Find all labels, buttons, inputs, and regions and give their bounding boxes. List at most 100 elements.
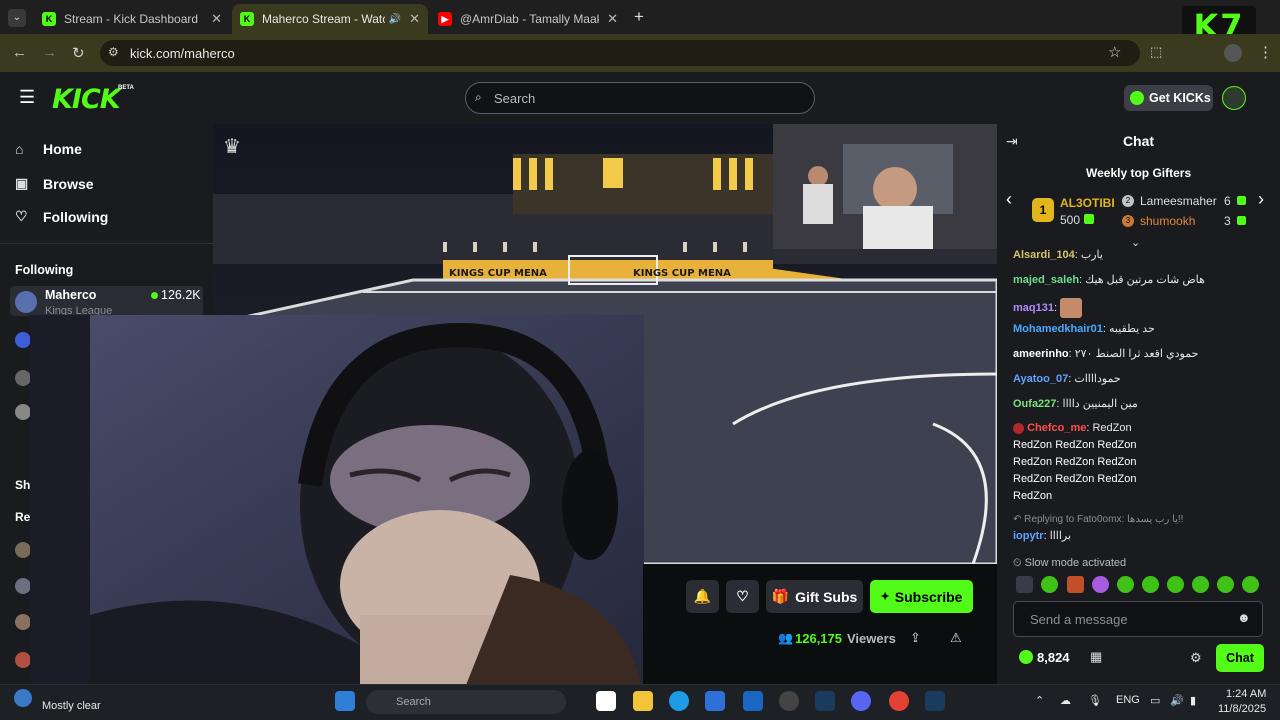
store-app-icon[interactable] (705, 691, 725, 711)
reload-icon[interactable]: ↻ (72, 44, 85, 62)
avatar[interactable] (15, 578, 31, 594)
report-warning-icon[interactable]: ⚠ (950, 630, 962, 646)
taskbar-search-input[interactable]: Search (366, 690, 566, 714)
chat-text: هاض شات مرتين قبل هيك (1085, 274, 1205, 286)
close-icon[interactable]: ✕ (607, 11, 618, 27)
forward-icon[interactable]: → (42, 44, 57, 61)
microphone-icon[interactable]: 🎙 (1088, 694, 1102, 707)
gift-subs-button[interactable]: 🎁 Gift Subs (766, 580, 863, 613)
back-icon[interactable]: ← (12, 44, 27, 61)
emote-icon[interactable] (1167, 576, 1184, 593)
volume-icon[interactable]: 🔊 (1170, 694, 1184, 707)
subscribe-button[interactable]: ✦ Subscribe (870, 580, 973, 613)
hamburger-menu-icon[interactable]: ☰ (19, 87, 35, 108)
clock-time[interactable]: 1:24 AM (1226, 688, 1266, 700)
emote-icon[interactable] (1092, 576, 1109, 593)
menu-dots-icon[interactable]: ⋮ (1258, 43, 1273, 61)
sidebar-item-home[interactable]: ⌂ Home (15, 141, 82, 157)
sidebar-item-browse[interactable]: ▣ Browse (15, 175, 94, 192)
get-kicks-button[interactable]: Get KICKs (1124, 85, 1213, 111)
gifter-count: 500 (1060, 213, 1081, 227)
site-info-icon[interactable]: ⚙ (108, 45, 119, 59)
language-indicator[interactable]: ENG (1116, 694, 1140, 706)
ps5-app-icon[interactable] (596, 691, 616, 711)
edge-browser-icon[interactable] (669, 691, 689, 711)
avatar[interactable] (15, 542, 31, 558)
app-icon[interactable] (779, 691, 799, 711)
store-icon[interactable]: ▦ (1090, 649, 1102, 665)
emote-icon[interactable] (1192, 576, 1209, 593)
avatar[interactable] (15, 652, 31, 668)
weather-icon[interactable] (14, 689, 32, 707)
sidebar-item-following[interactable]: ♡ Following (15, 208, 108, 225)
extensions-icon[interactable]: ⬚ (1150, 44, 1162, 60)
profile-avatar[interactable] (1224, 44, 1242, 62)
windows-start-icon[interactable] (335, 691, 355, 711)
chat-username[interactable]: Ayatoo_07 (1013, 373, 1068, 385)
chat-username[interactable]: ameerinho (1013, 348, 1069, 360)
chat-username[interactable]: maq131 (1013, 302, 1054, 314)
share-icon[interactable]: ⇪ (910, 630, 921, 646)
chat-settings-gear-icon[interactable]: ⚙ (1190, 650, 1202, 666)
steam-icon[interactable] (815, 691, 835, 711)
notification-bell-button[interactable]: 🔔 (686, 580, 719, 613)
emote-icon[interactable] (1041, 576, 1058, 593)
bookmark-star-icon[interactable]: ☆ (1108, 43, 1121, 61)
emote-icon[interactable] (1067, 576, 1084, 593)
file-explorer-icon[interactable] (633, 691, 653, 711)
gifter-name[interactable]: Lameesmaher (1140, 194, 1217, 208)
clock-date[interactable]: 11/8/2025 (1218, 703, 1266, 715)
follow-heart-button[interactable]: ♡ (726, 580, 759, 613)
emote-icon[interactable] (1217, 576, 1234, 593)
chevron-left-icon[interactable]: ‹ (1006, 189, 1012, 210)
close-icon[interactable]: ✕ (409, 11, 420, 27)
search-input[interactable]: Search (465, 82, 815, 114)
weather-text[interactable]: Mostly clear (42, 700, 101, 712)
avatar[interactable] (15, 614, 31, 630)
gift-icon (1084, 214, 1094, 224)
close-icon[interactable]: ✕ (211, 11, 222, 27)
gifter-name[interactable]: AL3OTIBI (1060, 196, 1115, 210)
network-icon[interactable]: ▭ (1150, 694, 1160, 707)
chat-username[interactable]: Chefco_me (1027, 422, 1086, 434)
address-bar[interactable]: kick.com/maherco (100, 40, 1140, 66)
channel-points[interactable]: 8,824 (1037, 650, 1070, 665)
chat-username[interactable]: Mohamedkhair01 (1013, 323, 1103, 335)
kick-logo[interactable]: KICK (52, 84, 121, 115)
avatar[interactable] (15, 370, 31, 386)
chat-send-button[interactable]: Chat (1216, 644, 1264, 672)
new-tab-icon[interactable]: + (634, 7, 644, 27)
avatar[interactable] (15, 332, 31, 348)
steam-icon[interactable] (925, 691, 945, 711)
emote-icon[interactable] (1242, 576, 1259, 593)
chat-username[interactable]: iopytr (1013, 530, 1044, 542)
outlook-icon[interactable] (743, 691, 763, 711)
battery-icon[interactable]: ▮ (1190, 694, 1196, 707)
taskbar-search-placeholder: Search (396, 696, 431, 708)
emoji-picker-icon[interactable]: ☻ (1237, 610, 1251, 625)
chat-username[interactable]: Oufa227 (1013, 398, 1056, 410)
chat-username[interactable]: majed_saleh (1013, 274, 1079, 286)
chat-username[interactable]: Alsardi_104 (1013, 249, 1075, 261)
user-avatar[interactable] (1222, 86, 1246, 110)
tab-list-icon[interactable]: ⌄ (8, 9, 26, 27)
chrome-icon[interactable] (889, 691, 909, 711)
speaker-icon[interactable]: 🔊 (389, 14, 401, 25)
tab-kick-dashboard[interactable]: K Stream - Kick Dashboard ✕ (34, 4, 230, 34)
chat-message-input[interactable]: Send a message (1013, 601, 1263, 637)
emote-icon[interactable] (1016, 576, 1033, 593)
emote-icon[interactable] (1117, 576, 1134, 593)
gifter-name[interactable]: shumookh (1140, 214, 1195, 228)
live-dot-icon (151, 292, 158, 299)
avatar[interactable] (15, 404, 31, 420)
browser-tab-bar: ⌄ K Stream - Kick Dashboard ✕ K Maherco … (0, 0, 1280, 46)
tray-chevron-icon[interactable]: ⌃ (1035, 694, 1044, 707)
cloud-icon[interactable]: ☁ (1060, 694, 1071, 707)
tab-youtube[interactable]: ▶ @AmrDiab - Tamally Maak | Off ✕ (430, 4, 626, 34)
expand-chevron-icon[interactable]: ⌄ (1131, 236, 1140, 249)
chevron-right-icon[interactable]: › (1258, 189, 1264, 210)
discord-icon[interactable] (851, 691, 871, 711)
emote-icon[interactable] (1142, 576, 1159, 593)
tab-maherco-stream[interactable]: K Maherco Stream - Watch Li 🔊 ✕ (232, 4, 428, 34)
subscribe-label: Subscribe (894, 588, 963, 605)
